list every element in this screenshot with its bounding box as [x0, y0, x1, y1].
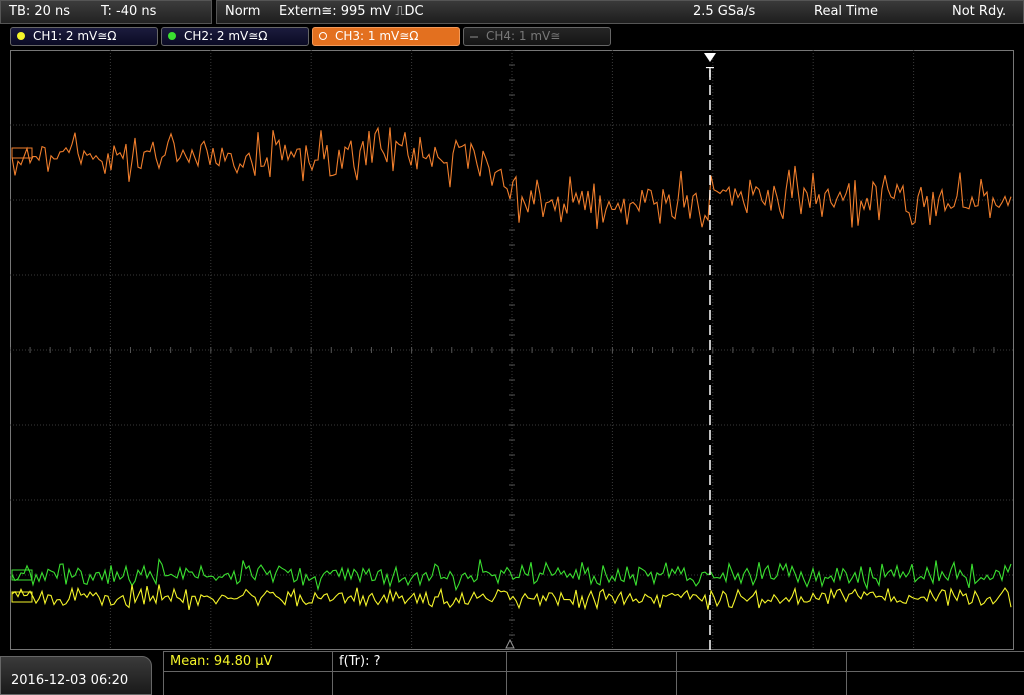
ch1-label: CH1: 2 mV≅Ω	[33, 29, 117, 43]
trigger-source-label[interactable]: Extern≅: 995 mV ⎍DC	[279, 1, 424, 23]
ch2-indicator-icon	[168, 32, 176, 40]
run-status-label[interactable]: Not Rdy.	[952, 1, 1006, 23]
date-label: 2016-12-03 06:20	[11, 673, 129, 688]
trigger-position-icon[interactable]	[704, 53, 716, 62]
timebase-panel[interactable]: TB: 20 ns T: -40 ns	[0, 0, 212, 24]
trigger-time-label[interactable]: T: -40 ns	[101, 1, 156, 23]
tab-ch3[interactable]: CH3: 1 mV≅Ω	[312, 27, 460, 46]
measurement-panel[interactable]: Mean: 94.80 µV f(Tr): ?	[163, 651, 1024, 695]
timebase-label[interactable]: TB: 20 ns	[9, 1, 70, 23]
ch1-indicator-icon	[17, 32, 25, 40]
trigger-mode-label[interactable]: Norm	[225, 1, 260, 23]
measurement-divider	[332, 651, 333, 695]
ch2-label: CH2: 2 mV≅Ω	[184, 29, 268, 43]
ch3-indicator-icon	[319, 32, 327, 40]
measurement-divider	[164, 671, 1024, 672]
trigger-marker-label: T	[705, 66, 714, 81]
mean-measurement[interactable]: Mean: 94.80 µV	[170, 652, 272, 672]
ch3-label: CH3: 1 mV≅Ω	[335, 29, 419, 43]
measurement-divider	[164, 651, 1024, 652]
ch4-label: CH4: 1 mV≅	[486, 29, 561, 43]
waveform-plot[interactable]: T	[10, 50, 1014, 650]
acquisition-panel[interactable]: Norm Extern≅: 995 mV ⎍DC 2.5 GSa/s Real …	[216, 0, 1024, 24]
acquisition-mode-label[interactable]: Real Time	[814, 1, 878, 23]
ch3-trace	[11, 126, 1012, 229]
ch1-trace	[11, 584, 1012, 611]
tab-ch2[interactable]: CH2: 2 mV≅Ω	[161, 27, 309, 46]
status-bar: TB: 20 ns T: -40 ns Norm Extern≅: 995 mV…	[0, 0, 1024, 26]
channel-tabs: CH1: 2 mV≅Ω CH2: 2 mV≅Ω CH3: 1 mV≅Ω CH4:…	[0, 26, 1024, 48]
measurement-divider	[676, 651, 677, 695]
measurement-divider	[846, 651, 847, 695]
measurement-divider	[506, 651, 507, 695]
horizontal-position-icon	[505, 638, 515, 649]
ch4-indicator-icon	[470, 36, 478, 38]
graticule	[10, 50, 1014, 650]
trigger-frequency-measurement[interactable]: f(Tr): ?	[339, 652, 381, 672]
sample-rate-label[interactable]: 2.5 GSa/s	[693, 1, 755, 23]
tab-ch1[interactable]: CH1: 2 mV≅Ω	[10, 27, 158, 46]
date-time: 2016-12-03 06:20	[0, 656, 152, 695]
tab-ch4[interactable]: CH4: 1 mV≅	[463, 27, 611, 46]
